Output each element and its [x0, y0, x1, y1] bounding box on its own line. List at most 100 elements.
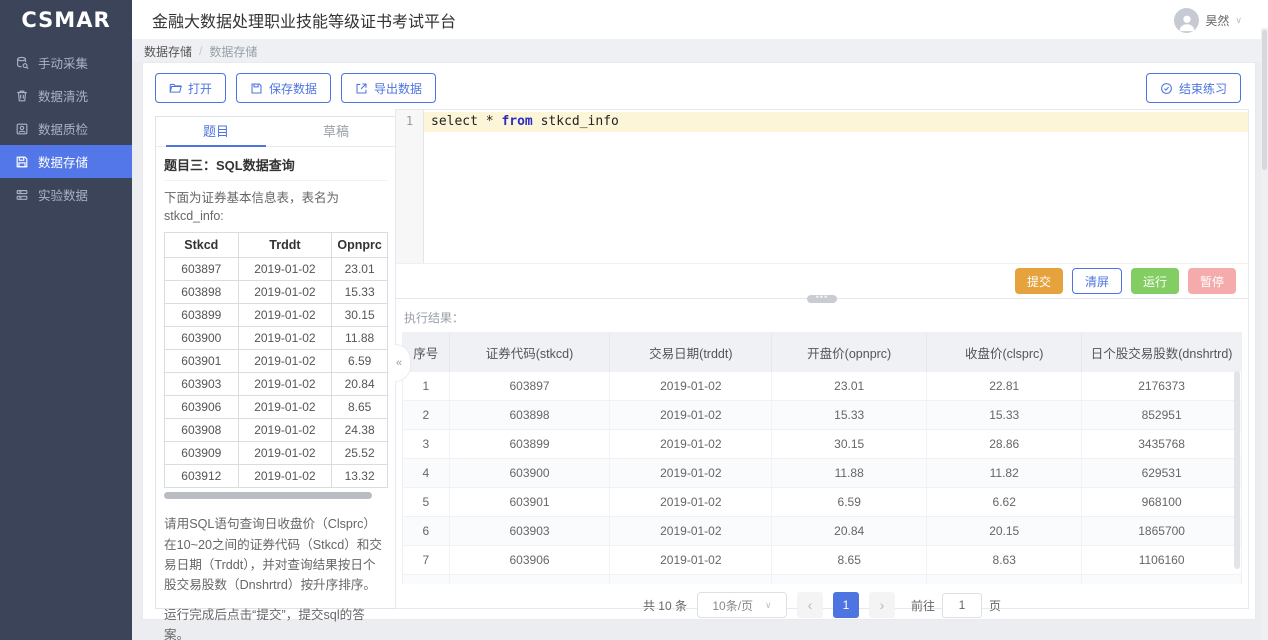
table-cell: 24.38 [332, 419, 388, 442]
chevron-down-icon: ∨ [765, 600, 772, 611]
screen: CSMAR 手动采集 数据清洗 [0, 0, 1268, 640]
table-cell: 6.59 [772, 488, 927, 517]
table-row: 36038992019-01-0230.1528.863435768 [403, 430, 1241, 459]
submit-button[interactable]: 提交 [1015, 268, 1063, 294]
breadcrumb-separator: / [199, 44, 202, 58]
table-cell: 28.86 [927, 430, 1082, 459]
breadcrumb-item[interactable]: 数据存储 [144, 43, 192, 60]
app-logo: CSMAR [0, 0, 132, 40]
sidebar-item-manual-collect[interactable]: 手动采集 [0, 46, 132, 79]
page-size-select[interactable]: 10条/页 ∨ [697, 592, 787, 618]
sidebar-item-data-qc[interactable]: 数据质检 [0, 112, 132, 145]
table-cell: 24.38 [772, 575, 927, 585]
editor-gutter: 1 [396, 110, 424, 263]
instruction-paragraph: 请用SQL语句查询日收盘价（Clsprc）在10~20之间的证券代码（Stkcd… [164, 514, 388, 596]
sidebar-item-data-storage[interactable]: 数据存储 [0, 145, 132, 178]
table-cell: 2019-01-02 [610, 401, 772, 430]
table-cell: 30.15 [332, 304, 388, 327]
user-name: 昊然 [1205, 12, 1229, 29]
tab-draft[interactable]: 草稿 [276, 117, 396, 146]
table-cell: 11.88 [772, 459, 927, 488]
database-search-icon [15, 56, 29, 70]
table-cell: 20.84 [772, 517, 927, 546]
export-data-button[interactable]: 导出数据 [341, 73, 436, 103]
table-cell: 8.63 [927, 546, 1082, 575]
table-cell: 15.33 [332, 281, 388, 304]
user-menu[interactable]: 昊然 ∨ [1174, 0, 1242, 40]
table-cell: 603903 [165, 373, 239, 396]
table-cell: 2019-01-02 [238, 419, 332, 442]
save-data-button[interactable]: 保存数据 [236, 73, 331, 103]
table-cell: 2176373 [1082, 372, 1241, 401]
table-cell: 23.01 [772, 372, 927, 401]
server-list-icon [15, 188, 29, 202]
table-cell: 603901 [449, 488, 610, 517]
page-number-button[interactable]: 1 [833, 592, 859, 618]
table-cell: 8.65 [332, 396, 388, 419]
trash-icon [15, 89, 29, 103]
table-cell: 8.65 [772, 546, 927, 575]
save-button-label: 保存数据 [269, 80, 317, 97]
run-button[interactable]: 运行 [1131, 268, 1179, 294]
table-cell: 968100 [1082, 488, 1241, 517]
table-row: 6039002019-01-0211.88 [165, 327, 388, 350]
table-cell: 603899 [165, 304, 239, 327]
table-cell: 2 [403, 401, 449, 430]
table-row: 6038972019-01-0223.01 [165, 258, 388, 281]
table-row: 6039032019-01-0220.84 [165, 373, 388, 396]
question-panel: 题目 草稿 题目三：SQL数据查询 下面为证券基本信息表，表名为stkcd_in… [155, 116, 397, 609]
table-cell: 2019-01-02 [238, 304, 332, 327]
finish-practice-button[interactable]: 结束练习 [1146, 73, 1241, 103]
table-cell: 603903 [449, 517, 610, 546]
goto-page: 前往 页 [911, 593, 1001, 618]
table-cell: 2019-01-02 [610, 546, 772, 575]
page-scrollbar [1261, 28, 1268, 640]
table-cell: 11.88 [332, 327, 388, 350]
splitter-drag-handle[interactable]: ••• [807, 295, 837, 303]
chevron-down-icon: ∨ [1235, 15, 1242, 26]
column-header: 收盘价(clsprc) [927, 333, 1082, 372]
avatar [1174, 8, 1199, 33]
export-icon [355, 82, 368, 95]
tab-question[interactable]: 题目 [156, 117, 276, 146]
question-title: 题目三：SQL数据查询 [164, 152, 388, 181]
sql-editor[interactable]: 1 select * from stkcd_info [396, 110, 1248, 264]
table-cell: 30.15 [772, 430, 927, 459]
page-scrollbar-thumb[interactable] [1262, 30, 1267, 170]
sidebar-item-data-clean[interactable]: 数据清洗 [0, 79, 132, 112]
prev-page-button[interactable]: ‹ [797, 592, 823, 618]
column-header: 日个股交易股数(dnshrtrd) [1082, 333, 1241, 372]
next-page-button[interactable]: › [869, 592, 895, 618]
code-text: select * [431, 114, 501, 129]
table-row: 26038982019-01-0215.3315.33852951 [403, 401, 1241, 430]
clear-screen-button[interactable]: 清屏 [1072, 268, 1122, 294]
editor-panel: 1 select * from stkcd_info 提交 清屏 运行 暂停 •… [395, 109, 1249, 609]
sidebar-item-experiment-data[interactable]: 实验数据 [0, 178, 132, 211]
table-cell: 6.62 [927, 488, 1082, 517]
table-cell: 2019-01-02 [610, 459, 772, 488]
panel-splitter: ••• [396, 298, 1248, 299]
sidebar-item-label: 数据质检 [38, 119, 88, 138]
goto-page-input[interactable] [942, 593, 982, 618]
table-row: 86039082019-01-0224.3824.51963600 [403, 575, 1241, 585]
table-cell: 603900 [449, 459, 610, 488]
table-cell: 2019-01-02 [238, 258, 332, 281]
table-cell: 2019-01-02 [238, 350, 332, 373]
table-row: 46039002019-01-0211.8811.82629531 [403, 459, 1241, 488]
table-row: 76039062019-01-028.658.631106160 [403, 546, 1241, 575]
table-cell: 629531 [1082, 459, 1241, 488]
pagination: 共 10 条 10条/页 ∨ ‹ 1 › 前往 页 [402, 584, 1242, 626]
table-cell: 603912 [165, 465, 239, 488]
vertical-scrollbar-thumb[interactable] [1234, 371, 1240, 569]
horizontal-scrollbar-thumb[interactable] [164, 492, 372, 499]
pause-button[interactable]: 暂停 [1188, 268, 1236, 294]
table-cell: 6 [403, 517, 449, 546]
table-row: 6039062019-01-028.65 [165, 396, 388, 419]
table-row: 56039012019-01-026.596.62968100 [403, 488, 1241, 517]
table-row: 6039092019-01-0225.52 [165, 442, 388, 465]
column-header: 交易日期(trddt) [610, 333, 772, 372]
open-button[interactable]: 打开 [155, 73, 226, 103]
table-cell: 603897 [165, 258, 239, 281]
sidebar-item-label: 数据清洗 [38, 86, 88, 105]
results-table-wrapper: 序号 证券代码(stkcd) 交易日期(trddt) 开盘价(opnprc) 收… [402, 332, 1242, 584]
